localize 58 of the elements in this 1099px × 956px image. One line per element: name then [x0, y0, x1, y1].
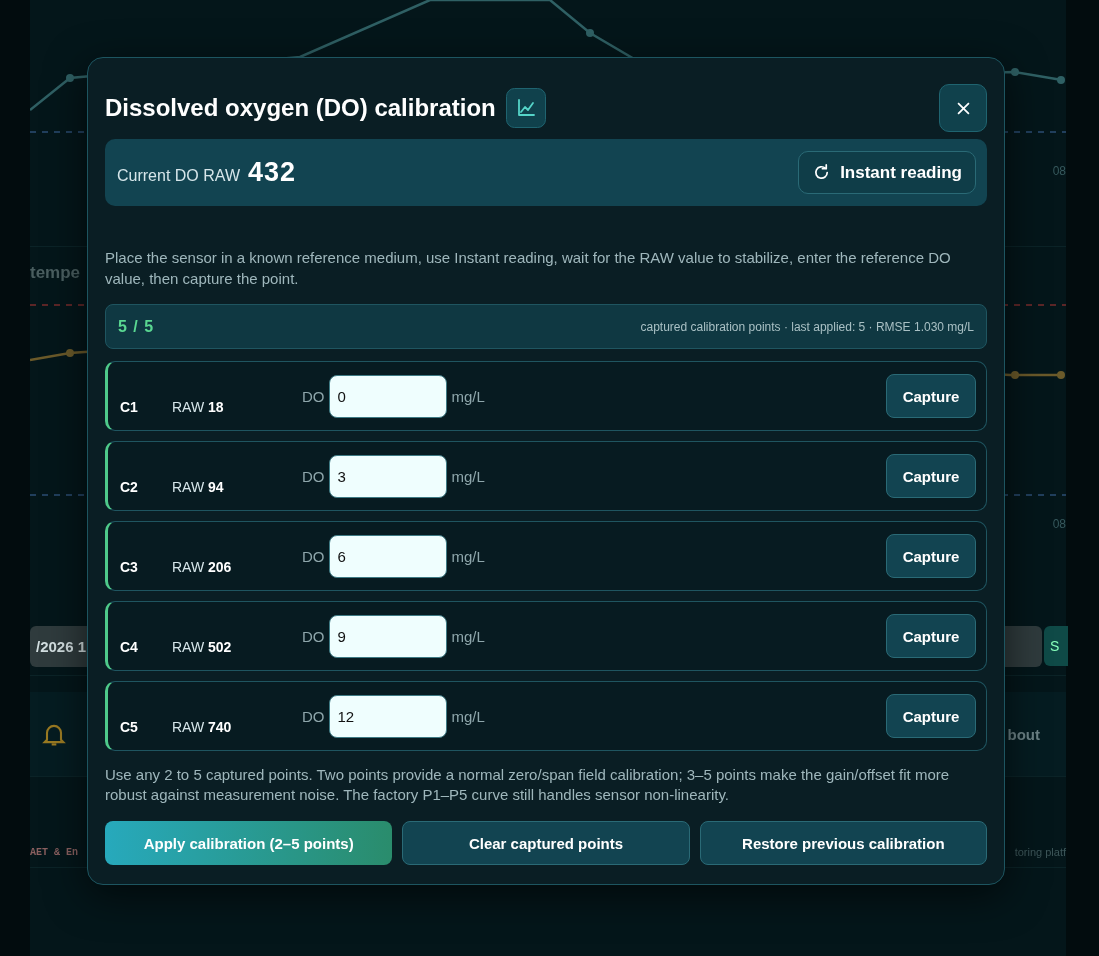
do-label: DO: [302, 547, 325, 565]
chart-icon[interactable]: [505, 88, 546, 128]
raw-value: RAW 206: [172, 559, 233, 575]
capture-button[interactable]: Capture: [886, 694, 976, 738]
nav-link[interactable]: bout: [1007, 725, 1040, 743]
raw-value: RAW 18: [172, 399, 225, 415]
capture-button[interactable]: Capture: [886, 614, 976, 658]
footer-text: AET & En: [30, 846, 78, 858]
note-text: Use any 2 to 5 captured points. Two points provide a normal zero/span field calibration; 3–5 points make the gain/offset fit more robust against measurement noise. The factory P1–P5 curve still handles sensor non-linearity.: [105, 765, 951, 805]
action-button[interactable]: Apply calibration (2–5 points): [105, 821, 393, 865]
unit-label: mg/L: [451, 707, 485, 725]
do-input-field[interactable]: 12: [328, 694, 447, 738]
point-id: C5: [120, 719, 139, 735]
do-input-field[interactable]: 6: [328, 534, 447, 578]
capture-button[interactable]: Capture: [886, 374, 976, 418]
axis-label: 08: [1052, 517, 1066, 531]
close-button[interactable]: [939, 84, 987, 132]
raw-value: RAW 740: [172, 719, 233, 735]
raw-value: RAW 94: [172, 479, 225, 495]
do-label: DO: [302, 707, 325, 725]
raw-value: RAW 502: [172, 639, 233, 655]
data-point: [1011, 371, 1019, 379]
current-label: Current DO RAW: [117, 166, 240, 185]
unit-label: mg/L: [451, 627, 485, 645]
do-input-field[interactable]: 9: [328, 614, 447, 658]
point-id: C1: [120, 399, 139, 415]
points-count: 5 / 5: [118, 317, 155, 336]
unit-label: mg/L: [451, 387, 485, 405]
point-id: C2: [120, 479, 139, 495]
data-point: [1011, 68, 1019, 76]
footer-text: toring platf: [1014, 846, 1066, 858]
do-label: DO: [302, 627, 325, 645]
point-id: C3: [120, 559, 139, 575]
action-button[interactable]: Restore previous calibration: [699, 821, 987, 865]
data-point: [66, 74, 74, 82]
points-summary: captured calibration points · last applied: 5 · RMSE 1.030 mg/L: [640, 319, 974, 334]
data-point: [1057, 76, 1065, 84]
instant-reading-button[interactable]: Instant reading: [798, 151, 976, 194]
data-point: [1057, 371, 1065, 379]
do-input-field[interactable]: 0: [328, 374, 447, 418]
search-button[interactable]: S: [1044, 626, 1068, 666]
axis-label: 08: [1052, 164, 1066, 178]
unit-label: mg/L: [451, 467, 485, 485]
capture-button[interactable]: Capture: [886, 534, 976, 578]
close-icon: [956, 101, 970, 115]
dialog-title: Dissolved oxygen (DO) calibration: [105, 94, 496, 122]
instructions-text: Place the sensor in a known reference medium, use Instant reading, wait for the RAW value to stabilize, enter the reference DO value, then capture the point.: [105, 248, 952, 289]
data-point: [66, 349, 74, 357]
data-point: [586, 29, 594, 37]
action-button[interactable]: Clear captured points: [402, 821, 690, 865]
chart-title: tempe: [30, 263, 81, 283]
unit-label: mg/L: [451, 547, 485, 565]
do-input-field[interactable]: 3: [328, 454, 447, 498]
capture-button[interactable]: Capture: [886, 454, 976, 498]
do-label: DO: [302, 387, 325, 405]
current-value: 432: [248, 157, 297, 188]
point-id: C4: [120, 639, 139, 655]
do-label: DO: [302, 467, 325, 485]
